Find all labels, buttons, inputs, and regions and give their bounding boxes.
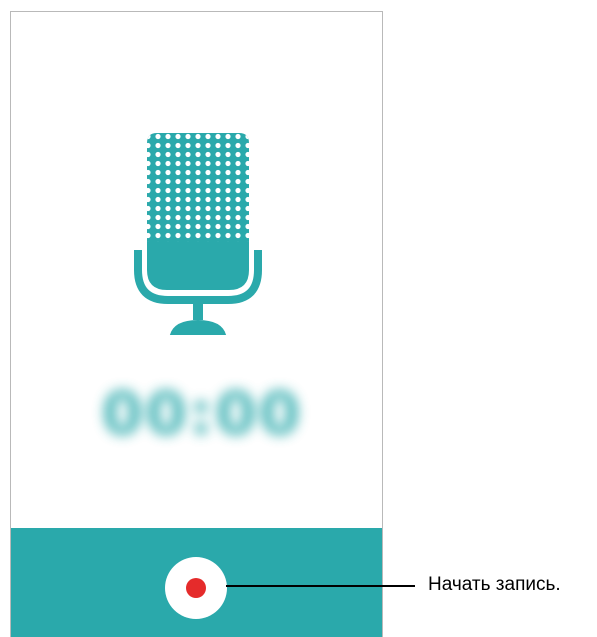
callout-line [226,585,415,587]
record-button[interactable] [165,557,227,619]
callout-label-start-recording: Начать запись. [428,574,561,595]
screenshot: 00:00 Начать запись. [0,0,597,637]
recording-timer: 00:00 [101,379,303,449]
voice-recorder-screen: 00:00 [10,11,383,637]
recorder-controls-bar [11,528,382,637]
microphone-icon [134,133,262,335]
record-dot-icon [186,578,206,598]
